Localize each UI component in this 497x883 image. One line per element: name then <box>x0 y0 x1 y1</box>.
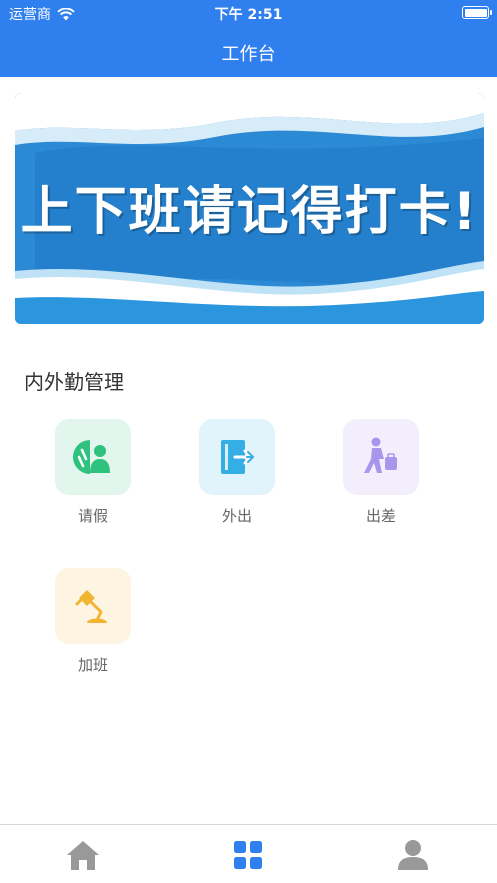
business-trip-icon <box>364 437 397 473</box>
leave-icon <box>73 440 110 474</box>
banner-text: 上下班请记得打卡! <box>20 182 479 242</box>
status-bar: 运营商 下午 2:51 <box>0 0 497 26</box>
tab-bar <box>0 824 497 883</box>
banner[interactable]: 上下班请记得打卡! <box>15 93 484 324</box>
go-out-icon-box <box>199 419 275 495</box>
tile-business-trip[interactable]: 出差 <box>321 419 441 526</box>
tile-leave[interactable]: 请假 <box>33 419 153 526</box>
tile-go-out-label: 外出 <box>221 507 252 525</box>
overtime-icon-box <box>55 568 131 644</box>
tile-leave-label: 请假 <box>77 507 108 525</box>
home-icon <box>67 841 99 870</box>
tab-workbench[interactable] <box>231 839 265 871</box>
tile-overtime-label: 加班 <box>77 656 108 674</box>
section-title: 内外勤管理 <box>24 370 124 394</box>
workbench-screen: 运营商 下午 2:51 工作台 上下班请记得打卡! 内外勤管理 请假 外出 出差… <box>0 0 497 883</box>
tab-home[interactable] <box>66 839 100 871</box>
battery-icon <box>462 6 492 19</box>
leave-icon-box <box>55 419 131 495</box>
tile-overtime[interactable]: 加班 <box>33 568 153 675</box>
page-title: 工作台 <box>221 44 276 65</box>
user-icon <box>398 840 428 870</box>
overtime-icon <box>75 590 107 623</box>
go-out-icon <box>221 440 254 474</box>
grid-icon <box>234 841 262 869</box>
tile-go-out[interactable]: 外出 <box>177 419 297 526</box>
tab-profile[interactable] <box>396 839 430 871</box>
tile-business-trip-label: 出差 <box>365 507 396 525</box>
status-time: 下午 2:51 <box>214 7 283 23</box>
top-bar: 运营商 下午 2:51 工作台 <box>0 0 497 77</box>
business-trip-icon-box <box>343 419 419 495</box>
